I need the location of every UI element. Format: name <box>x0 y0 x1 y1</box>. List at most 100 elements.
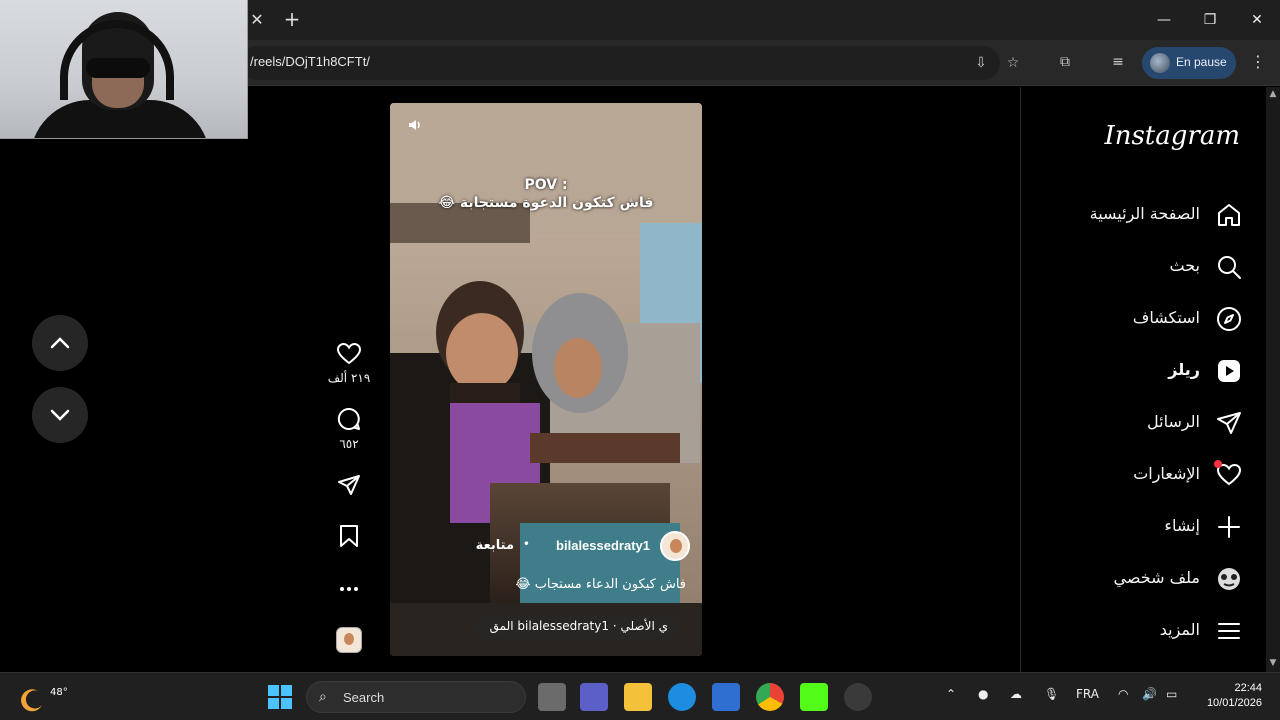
sidebar-item-label: المزيد <box>1159 620 1200 639</box>
windows-logo-icon <box>268 685 292 709</box>
store-icon[interactable] <box>712 683 740 711</box>
taskbar-clock[interactable]: 22:44 10/01/2026 <box>1196 681 1262 711</box>
address-bar[interactable]: /reels/DOjT1h8CFTt/ ⇩ ☆ <box>240 46 1019 80</box>
url-text[interactable]: /reels/DOjT1h8CFTt/ <box>250 54 370 69</box>
scroll-up-arrow-icon[interactable]: ▲ <box>1266 89 1280 101</box>
profile-avatar <box>1150 53 1170 73</box>
follow-button[interactable]: متابعة <box>476 538 514 553</box>
audio-avatar[interactable] <box>336 627 362 653</box>
sidebar-item-search[interactable]: بحث <box>1042 252 1242 282</box>
sidebar-item-more[interactable]: المزيد <box>1042 616 1242 646</box>
search-icon: ⌕ <box>319 689 327 705</box>
reel-audio-link[interactable]: ي الأصلي · bilalessedraty1 المق <box>474 615 680 639</box>
profile-status-label: En pause <box>1176 55 1227 69</box>
heart-icon <box>336 342 362 365</box>
speaker-icon <box>409 120 420 130</box>
sidebar-item-label: إنشاء <box>1164 516 1200 535</box>
comment-count: ٦٥٢ <box>339 437 359 451</box>
start-button[interactable] <box>268 685 292 709</box>
comment-button[interactable]: ٦٥٢ <box>326 407 372 451</box>
profile-button[interactable]: En pause <box>1142 47 1236 79</box>
sidebar-item-home[interactable]: الصفحة الرئيسية <box>1042 200 1242 230</box>
windows-taskbar: 48° ⌕ Search ⌃ ● ☁ 🎙 FRA ◠ 🔊 ▭ 22:44 10/… <box>0 672 1280 720</box>
chrome-icon[interactable] <box>756 683 784 711</box>
more-options-button[interactable] <box>326 577 372 605</box>
onedrive-icon[interactable]: ☁ <box>1010 687 1022 701</box>
battery-icon[interactable]: ▭ <box>1166 687 1177 701</box>
bookmark-icon <box>340 525 358 547</box>
sidebar-item-notifications[interactable]: الإشعارات <box>1042 460 1242 490</box>
file-explorer-icon[interactable] <box>624 683 652 711</box>
install-app-icon[interactable]: ⇩ <box>972 54 990 72</box>
show-hidden-icons-chevron-icon[interactable]: ⌃ <box>946 687 956 701</box>
send-icon <box>1217 412 1241 434</box>
kick-icon[interactable] <box>800 683 828 711</box>
chevron-up-icon <box>50 337 70 349</box>
reel-description[interactable]: فاش كيكون الدعاء مستجاب 😂 <box>390 577 686 592</box>
compass-icon <box>1217 307 1241 331</box>
share-button[interactable] <box>326 473 372 501</box>
edge-icon[interactable] <box>668 683 696 711</box>
reel-caption-pov: POV : <box>524 177 568 193</box>
home-icon <box>1218 204 1240 226</box>
taskbar-search-placeholder: Search <box>343 690 385 705</box>
profile-avatar-icon <box>1218 568 1240 590</box>
task-view-icon[interactable] <box>538 683 566 711</box>
reel-caption-main: فاش كتكون الدعوة مستجابة 😂 <box>438 195 654 211</box>
webcam-overlay <box>0 0 248 139</box>
language-indicator[interactable]: FRA <box>1076 687 1099 701</box>
more-dots-icon <box>340 587 358 591</box>
author-avatar[interactable] <box>660 531 690 561</box>
sidebar-item-label: الإشعارات <box>1133 464 1200 483</box>
save-button[interactable] <box>326 524 372 552</box>
search-icon <box>1218 256 1241 279</box>
microphone-icon[interactable]: 🎙 <box>1044 687 1059 701</box>
tray-app-icon[interactable]: ● <box>978 687 988 701</box>
next-reel-button[interactable] <box>32 387 88 443</box>
previous-reel-button[interactable] <box>32 315 88 371</box>
chevron-down-icon <box>50 409 70 421</box>
teams-icon[interactable] <box>580 683 608 711</box>
volume-icon[interactable]: 🔊 <box>1142 687 1157 701</box>
sidebar-item-label: ريلز <box>1168 360 1200 379</box>
scroll-down-arrow-icon[interactable]: ▼ <box>1266 658 1280 670</box>
obs-icon[interactable] <box>844 683 872 711</box>
sidebar-item-label: الرسائل <box>1147 412 1200 431</box>
new-tab-button[interactable]: + <box>282 8 302 30</box>
plus-icon <box>1218 516 1240 538</box>
screen: POV : فاش كتكون الدعوة مستجابة 😂 bilales… <box>0 0 1280 720</box>
like-count: ٢١٩ ألف <box>327 371 371 385</box>
close-window-button[interactable]: ✕ <box>1245 8 1269 32</box>
sidebar-item-label: بحث <box>1169 256 1201 275</box>
reel-author-row: bilalessedraty1 • متابعة <box>476 531 690 561</box>
sidebar-item-explore[interactable]: استكشاف <box>1042 304 1242 334</box>
sidebar-item-create[interactable]: إنشاء <box>1042 512 1242 542</box>
page-scrollbar[interactable]: ▲ ▼ <box>1266 87 1280 672</box>
weather-widget[interactable]: 48° <box>18 681 68 713</box>
instagram-sidebar: Instagram الصفحة الرئيسية بحث استكشاف ري… <box>1020 87 1266 672</box>
media-controls-icon[interactable]: ≡ <box>1108 52 1128 72</box>
sidebar-item-profile[interactable]: ملف شخصي <box>1042 564 1242 594</box>
clock-date: 10/01/2026 <box>1206 697 1262 709</box>
mute-toggle-button[interactable] <box>404 117 426 139</box>
taskbar-search[interactable]: ⌕ Search <box>306 681 526 713</box>
wifi-icon[interactable]: ◠ <box>1118 687 1128 701</box>
notification-dot <box>1214 460 1222 468</box>
minimize-window-button[interactable]: — <box>1152 8 1176 32</box>
browser-menu-icon[interactable]: ⋮ <box>1250 52 1266 72</box>
sidebar-item-label: ملف شخصي <box>1113 568 1200 587</box>
instagram-logo[interactable]: Instagram <box>1104 121 1240 151</box>
restore-window-button[interactable]: ❐ <box>1198 8 1222 32</box>
reel-video[interactable]: POV : فاش كتكون الدعوة مستجابة 😂 bilales… <box>390 103 702 656</box>
sidebar-item-reels[interactable]: ريلز <box>1042 356 1242 386</box>
reels-icon <box>1218 360 1240 382</box>
like-button[interactable]: ٢١٩ ألف <box>326 342 372 385</box>
close-tab-icon[interactable]: ✕ <box>248 10 266 30</box>
bookmark-star-icon[interactable]: ☆ <box>1004 54 1022 72</box>
extensions-icon[interactable]: ⧉ <box>1055 52 1075 72</box>
sidebar-item-messages[interactable]: الرسائل <box>1042 408 1242 438</box>
menu-icon <box>1218 623 1240 639</box>
audio-label: ي الأصلي · bilalessedraty1 المق <box>489 619 668 633</box>
clock-time: 22:44 <box>1234 682 1262 694</box>
author-username-link[interactable]: bilalessedraty1 <box>556 538 650 553</box>
